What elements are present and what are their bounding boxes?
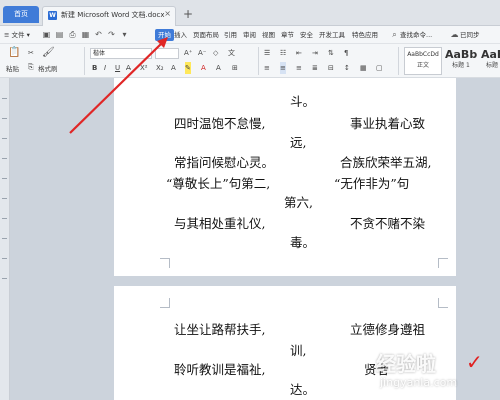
watermark-check-icon: ✓ bbox=[466, 350, 483, 374]
annotation-arrow bbox=[69, 37, 168, 134]
watermark-url: jingyanla.com bbox=[380, 376, 458, 389]
watermark: 经验啦 ✓ jingyanla.com bbox=[376, 348, 496, 398]
watermark-text: 经验啦 bbox=[376, 352, 436, 376]
